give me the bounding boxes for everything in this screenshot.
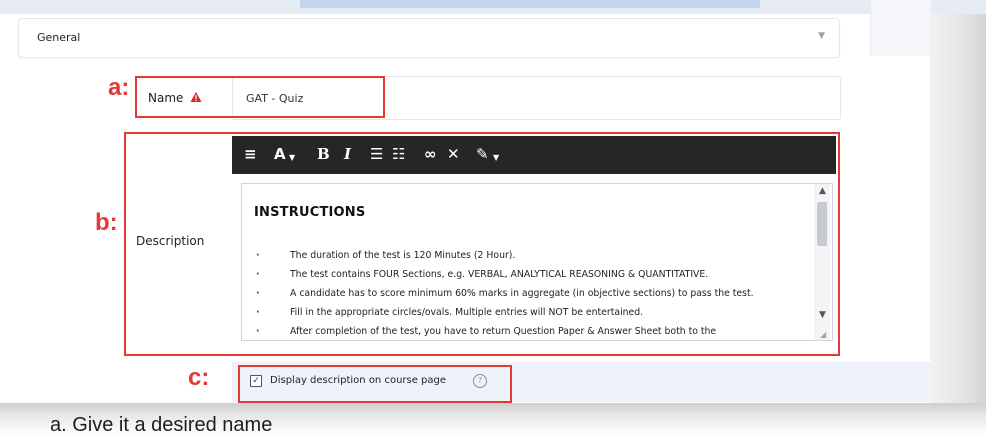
document-top-strip (0, 0, 986, 14)
annotation-box-b (124, 132, 840, 356)
document-caption: a. Give it a desired name (50, 414, 273, 436)
annotation-marker-c: c: (188, 364, 210, 391)
annotation-marker-a: a: (108, 74, 130, 101)
annotation-box-a (135, 76, 385, 118)
page-edge-shadow (930, 14, 986, 404)
right-side-panel (870, 0, 931, 56)
general-section-header[interactable]: General ▼ (18, 18, 840, 58)
annotation-marker-b: b: (95, 209, 118, 236)
section-title: General (37, 31, 81, 44)
cropped-title-strip (300, 0, 760, 8)
annotation-box-c (238, 365, 512, 403)
chevron-down-icon[interactable]: ▼ (818, 31, 825, 41)
